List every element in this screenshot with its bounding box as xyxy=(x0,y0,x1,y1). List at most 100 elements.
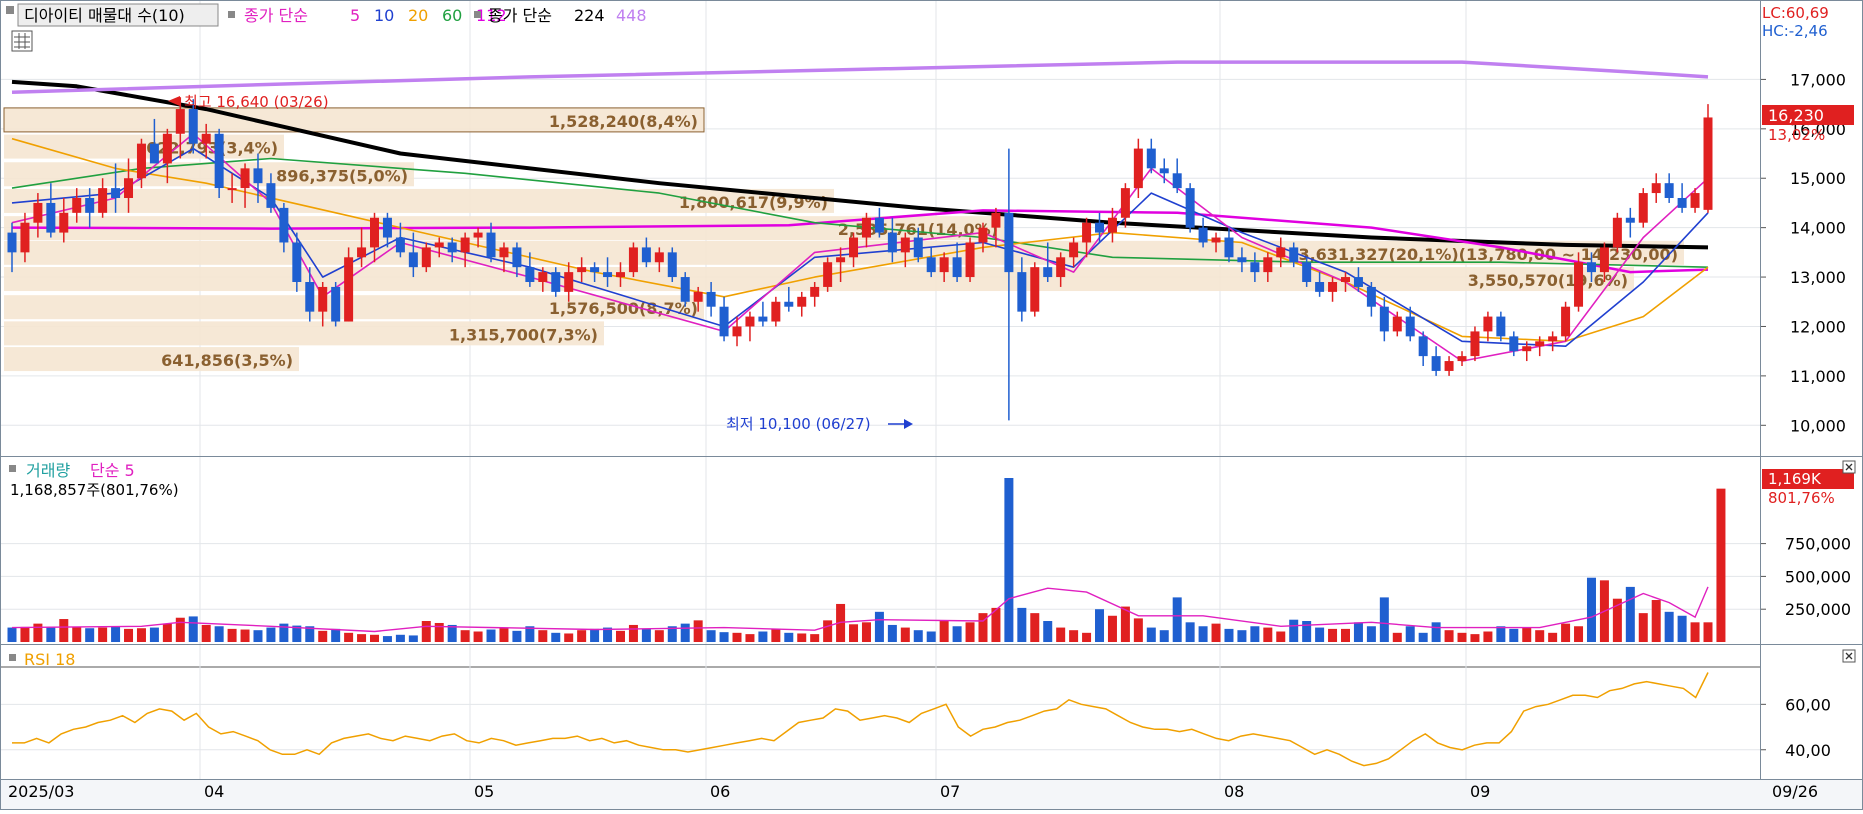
candle-body xyxy=(590,267,600,273)
candle-body xyxy=(136,143,146,179)
legend-square-icon xyxy=(6,6,14,14)
candle-body xyxy=(693,291,703,302)
candle-body xyxy=(1159,168,1169,174)
x-axis-end-label: 09/26 xyxy=(1772,782,1818,801)
volume-bar xyxy=(1379,597,1389,642)
volume-bar xyxy=(849,624,859,642)
candle-body xyxy=(1561,306,1571,337)
volume-tick-label: 250,000 xyxy=(1785,600,1851,619)
candle-body xyxy=(1353,277,1363,287)
volume-tick-label: 750,000 xyxy=(1785,535,1851,554)
volume-close-icon[interactable] xyxy=(1842,460,1856,474)
volume-bar xyxy=(188,616,198,642)
long-ma-legend-period: 224 xyxy=(574,6,605,25)
chart-canvas[interactable]: 1,528,240(8,4%)622,793(3,4%)896,375(5,0%… xyxy=(0,0,1863,810)
price-tick-label: 17,000 xyxy=(1790,70,1846,89)
volume-bar xyxy=(1470,634,1480,642)
ma-legend-period: 60 xyxy=(442,6,462,25)
rsi-close-icon[interactable] xyxy=(1842,649,1856,663)
volume-bar xyxy=(1172,597,1182,642)
candle-body xyxy=(1509,336,1519,352)
volume-bar xyxy=(654,630,664,642)
volume-bar xyxy=(85,628,95,642)
candle-body xyxy=(1625,217,1635,223)
volume-bar xyxy=(460,630,470,642)
x-axis-label: 07 xyxy=(940,782,960,801)
candle-body xyxy=(603,272,613,278)
volume-bar xyxy=(952,626,962,642)
candle-body xyxy=(1276,247,1286,258)
volume-bar xyxy=(1457,632,1467,642)
candle-body xyxy=(1030,267,1040,312)
price-badge-value: 16,230 xyxy=(1768,106,1824,125)
candle-body xyxy=(1612,217,1622,248)
volume-bar xyxy=(861,622,871,642)
price-tick-label: 13,000 xyxy=(1790,268,1846,287)
volume-bar xyxy=(162,623,172,642)
candle-body xyxy=(641,247,651,263)
volume-bar xyxy=(1483,631,1493,642)
volume-bar xyxy=(680,623,690,642)
volume-bar xyxy=(771,628,781,642)
candle-body xyxy=(434,242,444,248)
candle-body xyxy=(111,188,121,198)
ma-legend-prefix: 종가 단순 xyxy=(244,6,308,25)
candle-body xyxy=(214,133,224,189)
candle-body xyxy=(1172,173,1182,189)
volume-bar xyxy=(1133,618,1143,642)
candle-body xyxy=(253,168,263,184)
candle-body xyxy=(85,198,95,213)
volume-bar xyxy=(318,630,328,642)
x-axis-label: 09 xyxy=(1470,782,1490,801)
candle-body xyxy=(33,202,43,223)
candle-body xyxy=(266,183,276,208)
candle-body xyxy=(1548,336,1558,342)
candle-body xyxy=(577,267,587,273)
volume-bar xyxy=(98,627,108,642)
candle-body xyxy=(849,237,859,258)
ma-legend-periods: 5 10 20 60 112 xyxy=(350,6,507,25)
volume-bar xyxy=(797,633,807,642)
candle-body xyxy=(7,232,17,253)
x-axis-strip[interactable] xyxy=(1,779,1862,809)
candle-body xyxy=(20,222,30,253)
volume-bar xyxy=(1509,628,1519,642)
volume-bar xyxy=(628,624,638,642)
candle-body xyxy=(1211,237,1221,243)
candle-body xyxy=(1677,198,1687,208)
candle-body xyxy=(499,247,509,258)
grid-toggle-icon[interactable] xyxy=(11,30,33,52)
candle-body xyxy=(1444,361,1454,371)
candle-body xyxy=(1638,193,1648,223)
x-axis-label: 06 xyxy=(710,782,730,801)
candle-body xyxy=(628,247,638,273)
volume-bar xyxy=(641,628,651,642)
volume-bar xyxy=(1017,607,1027,642)
volume-bar xyxy=(913,630,923,642)
volume-bar xyxy=(421,621,431,642)
candle-body xyxy=(1237,257,1247,263)
volume-bar xyxy=(1431,622,1441,642)
volume-bar xyxy=(124,628,134,642)
volume-bar xyxy=(1030,613,1040,642)
stock-chart[interactable]: 1,528,240(8,4%) 622,793(3,4%) 896,375(5,0%… xyxy=(0,0,1863,810)
volume-bar xyxy=(1095,609,1105,642)
volume-bar xyxy=(1185,622,1195,642)
candle-body xyxy=(1431,356,1441,371)
candle-body xyxy=(1366,286,1376,307)
candle-body xyxy=(1392,316,1402,332)
volume-bar xyxy=(1548,632,1558,642)
candle-body xyxy=(98,188,108,213)
candle-body xyxy=(1082,222,1092,243)
candle-body xyxy=(240,168,250,189)
candle-body xyxy=(1379,306,1389,332)
x-axis-label: 04 xyxy=(204,782,224,801)
volume-bar xyxy=(253,630,263,642)
volume-bar xyxy=(719,632,729,642)
volume-badge-pct: 801,76% xyxy=(1768,489,1835,507)
volume-bar xyxy=(1405,626,1415,642)
candle-body xyxy=(719,306,729,337)
volume-bar xyxy=(1276,631,1286,642)
high-annotation-label: 최고 16,640 (03/26) xyxy=(184,93,329,111)
candle-body xyxy=(149,143,159,164)
